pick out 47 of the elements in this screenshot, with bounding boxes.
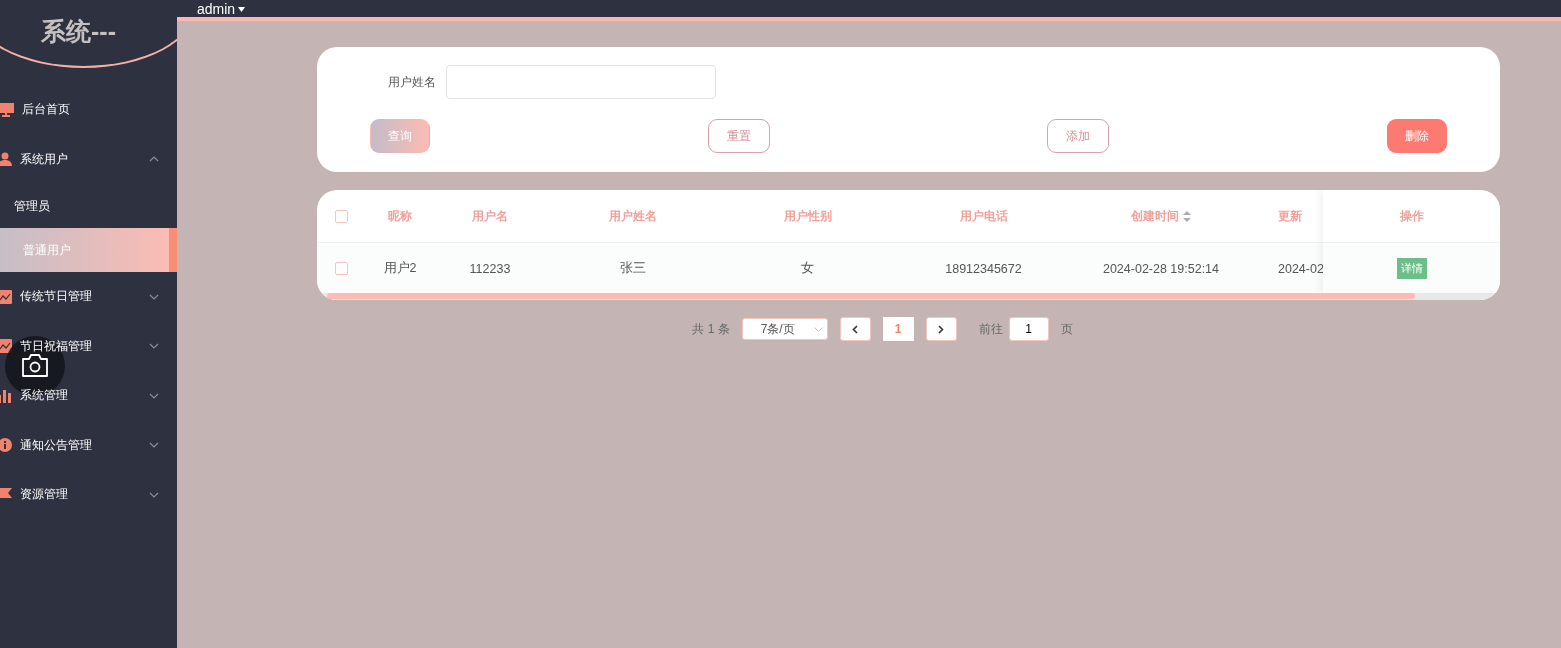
chevron-down-icon	[149, 293, 159, 300]
column-header: 用户姓名	[608, 207, 657, 225]
column-header: 用户名	[472, 207, 508, 225]
prev-page-button[interactable]	[839, 317, 871, 341]
field-label: 用户姓名	[388, 73, 436, 91]
page-input[interactable]: 1	[1008, 317, 1049, 341]
menu-item[interactable]: 系统管理	[0, 371, 177, 421]
caret-icon	[238, 6, 246, 12]
table-cell: 18912345672	[945, 261, 1022, 276]
next-page-button[interactable]	[925, 317, 957, 341]
column-header: 更新	[1278, 207, 1302, 225]
bar-chart-icon	[0, 388, 12, 403]
system-title: 系统---	[41, 16, 116, 46]
chevron-up-icon	[149, 156, 159, 163]
total-count: 共 1 条	[692, 320, 730, 338]
menu-item[interactable]: 系统用户	[0, 134, 177, 184]
chevron-down-icon	[149, 491, 159, 498]
table-cell: 112233	[469, 261, 511, 276]
chevron-down-icon	[813, 326, 823, 332]
input-field[interactable]	[446, 65, 716, 99]
chevron-left-icon	[852, 324, 859, 334]
user-menu[interactable]: admin	[197, 2, 246, 16]
monitor-icon	[0, 102, 14, 117]
checkbox[interactable]	[334, 209, 348, 223]
chevron-down-icon	[149, 343, 159, 350]
user-icon	[0, 152, 12, 167]
table-cell: 2024-02	[1278, 261, 1324, 276]
checkbox[interactable]	[334, 262, 348, 275]
column-header: 用户电话	[959, 207, 1008, 225]
page-size-select[interactable]: 7条/页	[741, 318, 828, 340]
menu-item[interactable]: 资源管理	[0, 470, 177, 520]
table-cell: 用户2	[383, 260, 417, 277]
chevron-right-icon	[938, 324, 945, 334]
camera-icon	[20, 353, 50, 379]
column-header: 昵称	[388, 207, 412, 225]
goto-label: 前往	[978, 320, 1003, 338]
menu-item[interactable]: 通知公告管理	[0, 420, 177, 470]
chevron-down-icon	[149, 392, 159, 399]
submenu-item[interactable]: 管理员	[0, 184, 177, 228]
page-suffix: 页	[1060, 320, 1073, 338]
table-cell: 女	[801, 260, 814, 277]
table-cell: 2024-02-28 19:52:14	[1102, 261, 1220, 276]
menu-item[interactable]: 传统节日管理	[0, 272, 177, 322]
chevron-down-icon	[149, 442, 159, 449]
column-header: 用户性别	[783, 207, 832, 225]
menu-item[interactable]: 后台首页	[0, 85, 177, 135]
table-cell: 张三	[619, 260, 646, 277]
